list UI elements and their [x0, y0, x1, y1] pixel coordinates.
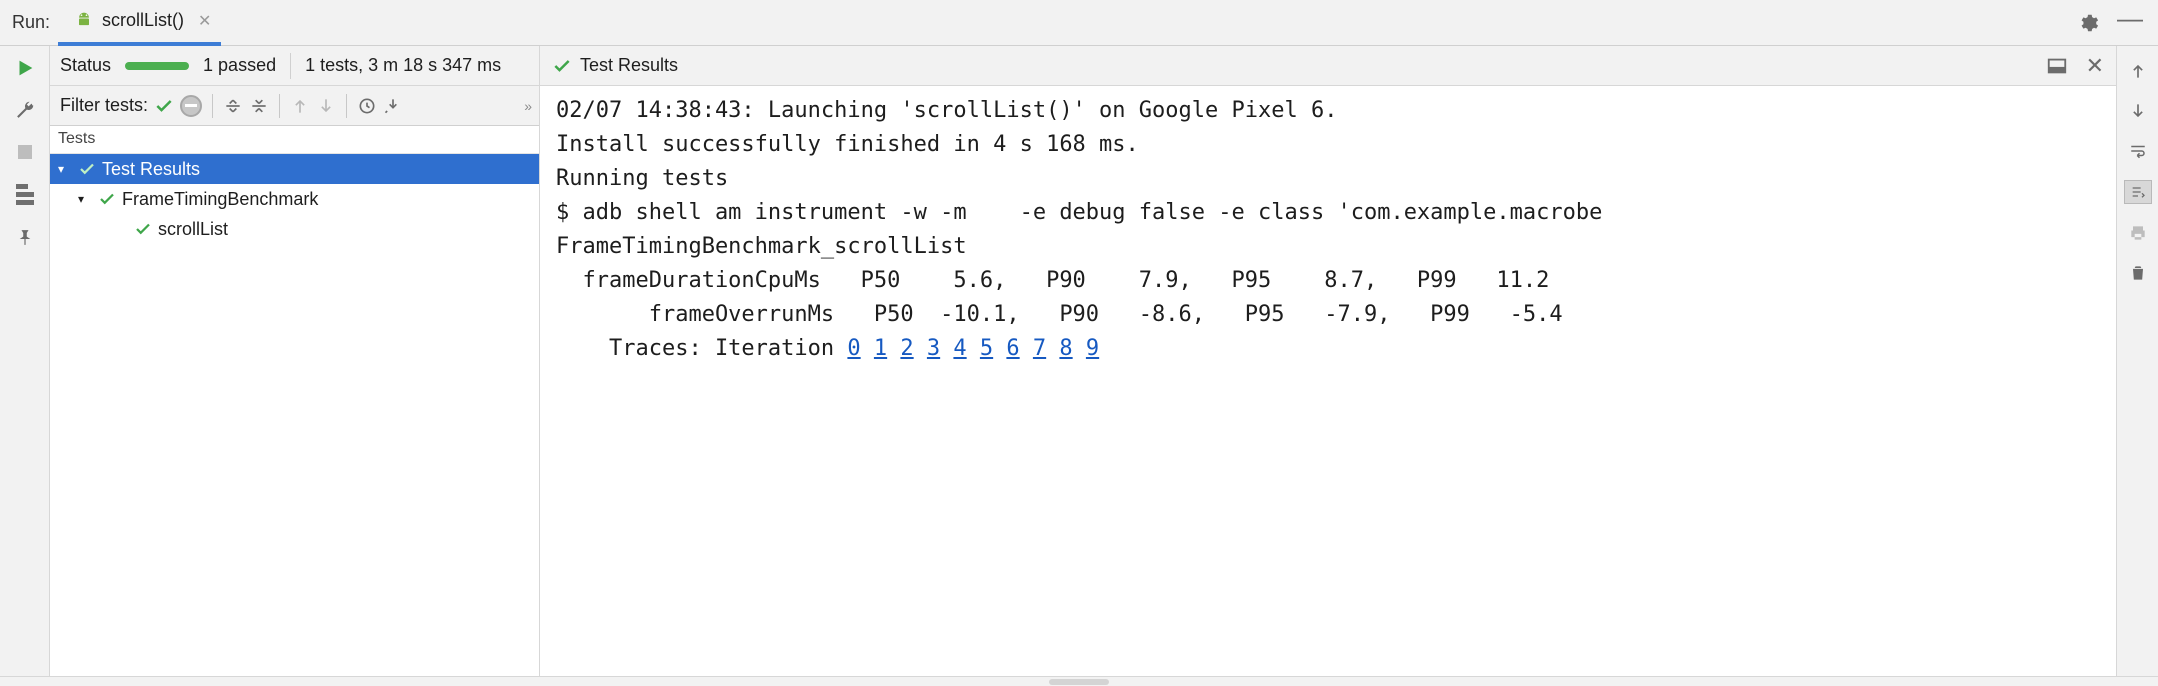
run-label: Run:: [0, 12, 58, 33]
run-tab-scrolllist[interactable]: scrollList() ✕: [58, 0, 221, 46]
console-panel: Test Results ✕ 02/07 14:38:43: Launching…: [540, 46, 2158, 676]
check-icon: [98, 190, 116, 208]
trace-link[interactable]: 9: [1086, 336, 1099, 361]
console-header: Test Results ✕: [540, 46, 2116, 86]
console-gutter: [2116, 46, 2158, 676]
trace-link[interactable]: 1: [874, 336, 887, 361]
progress-bar: [125, 62, 189, 70]
console-output[interactable]: 02/07 14:38:43: Launching 'scrollList()'…: [540, 86, 2116, 676]
trace-link[interactable]: 3: [927, 336, 940, 361]
collapse-all-icon[interactable]: [249, 96, 269, 116]
caret-down-icon: ▾: [58, 162, 72, 176]
tests-header: Tests: [50, 126, 539, 154]
layout-icon[interactable]: [13, 182, 37, 206]
wrench-icon[interactable]: [13, 98, 37, 122]
tree-case-label: scrollList: [158, 219, 228, 240]
tree-root-label: Test Results: [102, 159, 200, 180]
close-icon[interactable]: ✕: [198, 11, 211, 31]
run-tab-bar: Run: scrollList() ✕ —: [0, 0, 2158, 46]
tests-tree[interactable]: ▾ Test Results ▾ FrameTimingBenchmark sc…: [50, 154, 539, 676]
more-icon[interactable]: »: [524, 98, 529, 114]
tree-case[interactable]: scrollList: [50, 214, 539, 244]
gear-icon[interactable]: [2074, 9, 2102, 37]
trace-link[interactable]: 8: [1059, 336, 1072, 361]
soft-wrap-icon[interactable]: [2127, 140, 2149, 162]
status-summary: 1 tests, 3 m 18 s 347 ms: [305, 55, 501, 76]
console-title: Test Results: [580, 55, 678, 76]
left-gutter: [0, 46, 50, 676]
tree-suite[interactable]: ▾ FrameTimingBenchmark: [50, 184, 539, 214]
status-passed: 1 passed: [203, 55, 276, 76]
tree-suite-label: FrameTimingBenchmark: [122, 189, 318, 210]
scroll-up-icon[interactable]: [2127, 60, 2149, 82]
history-icon[interactable]: [357, 96, 377, 116]
filter-bar: Filter tests: »: [50, 86, 539, 126]
caret-down-icon: ▾: [78, 192, 92, 206]
next-icon[interactable]: [316, 96, 336, 116]
expand-all-icon[interactable]: [223, 96, 243, 116]
trace-link[interactable]: 4: [953, 336, 966, 361]
print-icon[interactable]: [2127, 222, 2149, 244]
close-panel-icon[interactable]: ✕: [2086, 53, 2104, 79]
check-icon: [78, 160, 96, 178]
trace-link[interactable]: 2: [900, 336, 913, 361]
stop-button[interactable]: [13, 140, 37, 164]
tests-panel: Status 1 passed 1 tests, 3 m 18 s 347 ms…: [50, 46, 540, 676]
run-tab-label: scrollList(): [102, 10, 184, 31]
bottom-drag-bar[interactable]: [0, 676, 2158, 686]
pin-icon[interactable]: [13, 224, 37, 248]
trash-icon[interactable]: [2127, 262, 2149, 284]
filter-label: Filter tests:: [60, 95, 148, 116]
android-robot-icon: [74, 11, 94, 31]
main-area: Status 1 passed 1 tests, 3 m 18 s 347 ms…: [0, 46, 2158, 676]
trace-link[interactable]: 6: [1006, 336, 1019, 361]
prev-icon[interactable]: [290, 96, 310, 116]
filter-ignored-icon[interactable]: [180, 95, 202, 117]
trace-link[interactable]: 0: [847, 336, 860, 361]
run-button[interactable]: [13, 56, 37, 80]
check-icon: [134, 220, 152, 238]
status-bar: Status 1 passed 1 tests, 3 m 18 s 347 ms: [50, 46, 539, 86]
filter-passed-icon[interactable]: [154, 96, 174, 116]
import-icon[interactable]: [383, 96, 403, 116]
scroll-to-end-icon[interactable]: [2124, 180, 2152, 204]
grip-icon: [1049, 679, 1109, 685]
tree-root[interactable]: ▾ Test Results: [50, 154, 539, 184]
trace-link[interactable]: 5: [980, 336, 993, 361]
check-icon: [552, 56, 572, 76]
layout-toggle-icon[interactable]: [2046, 55, 2068, 77]
minimize-icon[interactable]: —: [2116, 5, 2144, 33]
trace-link[interactable]: 7: [1033, 336, 1046, 361]
status-label: Status: [60, 55, 111, 76]
scroll-down-icon[interactable]: [2127, 100, 2149, 122]
